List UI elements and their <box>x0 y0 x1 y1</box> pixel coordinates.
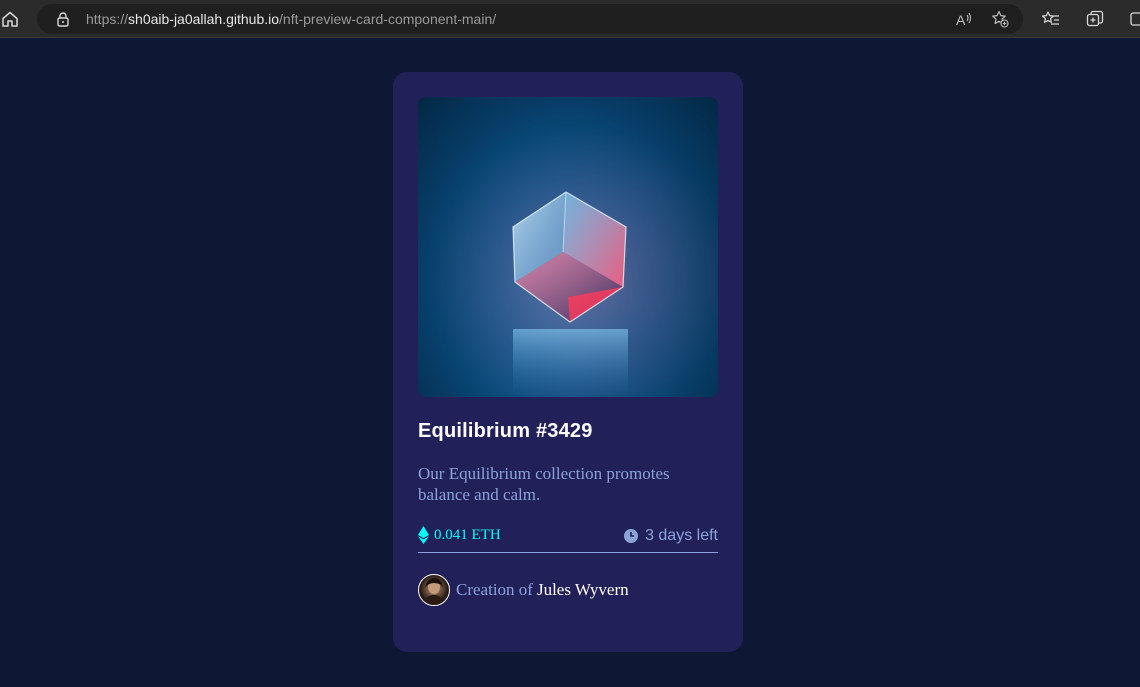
home-icon <box>2 11 18 27</box>
toolbar-more-icon[interactable] <box>1130 10 1140 28</box>
creator-avatar-image <box>424 578 444 605</box>
nft-description: Our Equilibrium collection promotes bala… <box>418 464 670 504</box>
address-bar[interactable]: https://sh0aib-ja0allah.github.io/nft-pr… <box>37 4 1023 34</box>
creator-info: Creation of Jules Wyvern <box>418 574 629 606</box>
url-text[interactable]: https://sh0aib-ja0allah.github.io/nft-pr… <box>86 10 496 28</box>
svg-text:A: A <box>956 12 966 28</box>
nft-image[interactable] <box>418 97 718 397</box>
home-button[interactable] <box>0 8 20 30</box>
page-content: Equilibrium #3429 Our Equilibrium collec… <box>0 38 1140 687</box>
collections-icon[interactable] <box>1086 10 1104 28</box>
favorites-icon[interactable] <box>1042 10 1060 28</box>
equilibrium-cube-image <box>418 97 718 397</box>
add-favorite-icon[interactable] <box>991 10 1009 28</box>
nft-price: 0.041 ETH <box>418 526 501 544</box>
creator-prefix: Creation of <box>456 580 533 599</box>
avatar <box>418 574 450 606</box>
nft-title[interactable]: Equilibrium #3429 <box>418 420 593 443</box>
url-prefix: https:// <box>86 11 129 27</box>
clock-icon <box>624 529 639 543</box>
nft-time-left: 3 days left <box>624 527 718 545</box>
url-path: /nft-preview-card-component-main/ <box>279 11 497 27</box>
ethereum-icon <box>418 526 429 544</box>
time-left-value: 3 days left <box>645 527 718 544</box>
url-host: sh0aib-ja0allah.github.io <box>128 11 280 27</box>
nft-preview-card: Equilibrium #3429 Our Equilibrium collec… <box>393 72 743 652</box>
price-value: 0.041 ETH <box>434 527 501 543</box>
browser-toolbar: https://sh0aib-ja0allah.github.io/nft-pr… <box>0 0 1140 38</box>
creator-name[interactable]: Jules Wyvern <box>537 580 629 600</box>
lock-icon <box>57 12 69 27</box>
nft-stats: 0.041 ETH 3 days left <box>418 524 718 553</box>
read-aloud-icon[interactable]: A <box>955 10 973 28</box>
